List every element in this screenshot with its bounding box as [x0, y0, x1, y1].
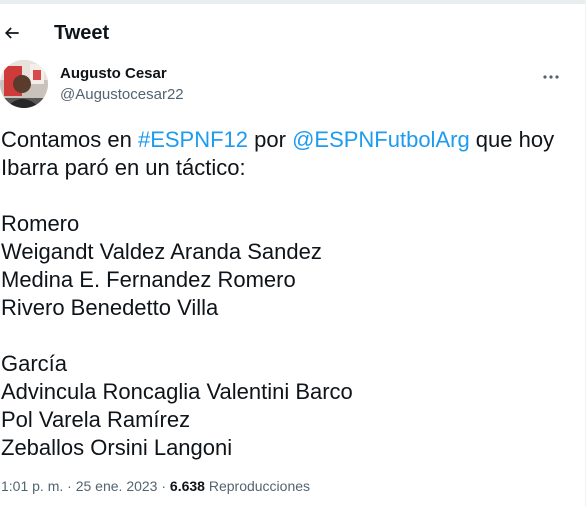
views-count: 6.638 [169, 478, 205, 494]
tweet-meta: 1:01 p. m. · 25 ene. 2023 · 6.638 Reprod… [1, 478, 311, 494]
lineup-line: Weigandt Valdez Aranda Sandez [1, 239, 322, 264]
lineup-line: García [1, 351, 68, 376]
tweet-line: Ibarra paró en un táctico: [1, 155, 246, 180]
lineup-line: Advincula Roncaglia Valentini Barco [1, 379, 353, 404]
author-handle[interactable]: @Augustocesar22 [60, 86, 184, 103]
tweet-line: Contamos en #ESPNF12 por @ESPNFutbolArg … [1, 127, 555, 152]
more-options-button[interactable] [538, 66, 564, 88]
tweet-time[interactable]: 1:01 p. m. [1, 478, 63, 494]
lineup-line: Romero [1, 211, 80, 236]
tweet-author: Augusto Cesar @Augustocesar22 [0, 60, 586, 112]
hashtag-link[interactable]: #ESPNF12 [138, 127, 248, 152]
tweet-header: Tweet [0, 14, 586, 52]
page-title: Tweet [54, 21, 110, 44]
lineup-line: Pol Varela Ramírez [1, 407, 191, 432]
top-strip [0, 0, 586, 4]
avatar[interactable] [0, 60, 48, 108]
tweet-date[interactable]: 25 ene. 2023 [76, 478, 158, 494]
views-label: Reproducciones [204, 478, 311, 494]
lineup-line: Zeballos Orsini Langoni [1, 435, 233, 460]
lineup-line: Rivero Benedetto Villa [1, 295, 219, 320]
more-horizontal-icon [543, 75, 559, 79]
arrow-left-icon [4, 27, 19, 39]
back-button[interactable] [0, 19, 26, 47]
mention-link[interactable]: @ESPNFutbolArg [292, 127, 470, 152]
tweet-text: Contamos en #ESPNF12 por @ESPNFutbolArg … [1, 126, 581, 462]
lineup-line: Medina E. Fernandez Romero [1, 267, 296, 292]
paragraph-break [1, 182, 581, 210]
author-name[interactable]: Augusto Cesar [60, 65, 167, 82]
paragraph-break [1, 322, 581, 350]
